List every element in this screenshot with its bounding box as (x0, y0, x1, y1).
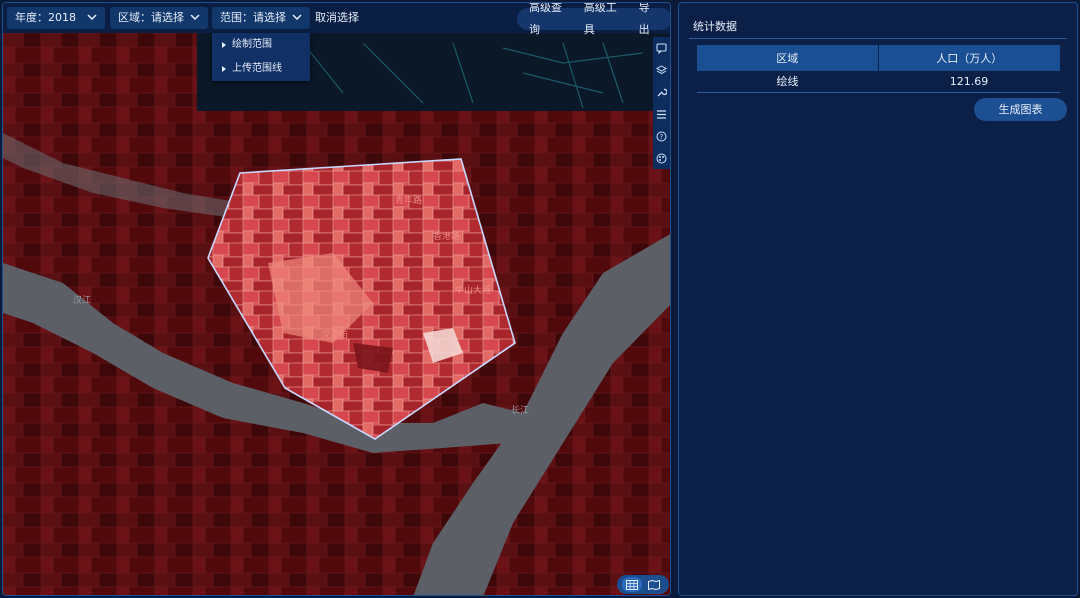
advanced-query-button[interactable]: 高级查询 (523, 3, 578, 41)
map-label: 长江 (511, 404, 529, 416)
map-label: 中山大道 (455, 284, 491, 296)
table-row[interactable]: 绘线 121.69 (697, 71, 1060, 93)
chevron-down-icon (190, 7, 200, 29)
toolbar-button-group: 高级查询 高级工具 导出 (517, 3, 670, 36)
map-side-toolbar: ? (653, 37, 670, 169)
year-select-value: 2018 (48, 11, 76, 24)
year-select[interactable]: 年度：2018 (7, 7, 105, 29)
view-toggle (617, 575, 669, 594)
range-select-value: 请选择 (253, 11, 286, 24)
map-label: 汉正街 (321, 329, 348, 341)
map-toolbar: 年度：2018 区域：请选择 范围：请选择 取消选择 高级查询 高级工具 导出 (3, 3, 670, 36)
menu-item-label: 上传范围线 (232, 63, 282, 74)
region-select[interactable]: 区域：请选择 (110, 7, 208, 29)
generate-chart-button[interactable]: 生成图表 (974, 98, 1067, 121)
cell-population: 121.69 (878, 71, 1060, 93)
stats-panel: 统计数据 区域 人口（万人） 绘线 121.69 生成图表 (678, 2, 1078, 596)
map-label: 青年路 (395, 194, 422, 206)
year-select-label: 年度： (15, 11, 48, 24)
map-label: 香港路 (433, 230, 460, 242)
choropleth-map[interactable]: 青年路 香港路 中山大道 汉正街 长江 汉江 (3, 3, 671, 596)
region-select-label: 区域： (118, 11, 151, 24)
map-panel[interactable]: 青年路 香港路 中山大道 汉正街 长江 汉江 年度：2018 区域：请选择 范围… (2, 2, 671, 596)
svg-text:?: ? (660, 133, 664, 141)
map-label: 汉江 (73, 295, 91, 306)
list-icon[interactable] (653, 103, 670, 125)
divider (689, 38, 1067, 39)
palette-icon[interactable] (653, 147, 670, 169)
region-select-value: 请选择 (151, 11, 184, 24)
chat-icon[interactable] (653, 37, 670, 59)
column-header-population: 人口（万人） (877, 45, 1060, 71)
caret-right-icon (222, 66, 226, 72)
cell-region: 绘线 (697, 71, 878, 93)
menu-item-upload-range[interactable]: 上传范围线 (212, 57, 310, 81)
menu-item-draw-range[interactable]: 绘制范围 (212, 33, 310, 57)
help-icon[interactable]: ? (653, 125, 670, 147)
range-select[interactable]: 范围：请选择 (212, 7, 310, 29)
wrench-icon[interactable] (653, 81, 670, 103)
map-view-icon[interactable] (644, 577, 664, 592)
layers-icon[interactable] (653, 59, 670, 81)
range-select-label: 范围： (220, 11, 253, 24)
caret-right-icon (222, 42, 226, 48)
cancel-selection-link[interactable]: 取消选择 (315, 7, 359, 29)
column-header-region: 区域 (697, 45, 878, 71)
app-root: 青年路 香港路 中山大道 汉正街 长江 汉江 年度：2018 区域：请选择 范围… (0, 0, 1080, 598)
chevron-down-icon (292, 7, 302, 29)
stats-title: 统计数据 (693, 20, 737, 33)
chevron-down-icon (87, 7, 97, 29)
table-view-icon[interactable] (622, 577, 642, 592)
export-button[interactable]: 导出 (633, 3, 666, 41)
stats-table: 区域 人口（万人） 绘线 121.69 (697, 45, 1060, 93)
advanced-tools-button[interactable]: 高级工具 (578, 3, 633, 41)
menu-item-label: 绘制范围 (232, 39, 272, 50)
table-header-row: 区域 人口（万人） (697, 45, 1060, 71)
range-dropdown-menu: 绘制范围 上传范围线 (212, 33, 310, 81)
